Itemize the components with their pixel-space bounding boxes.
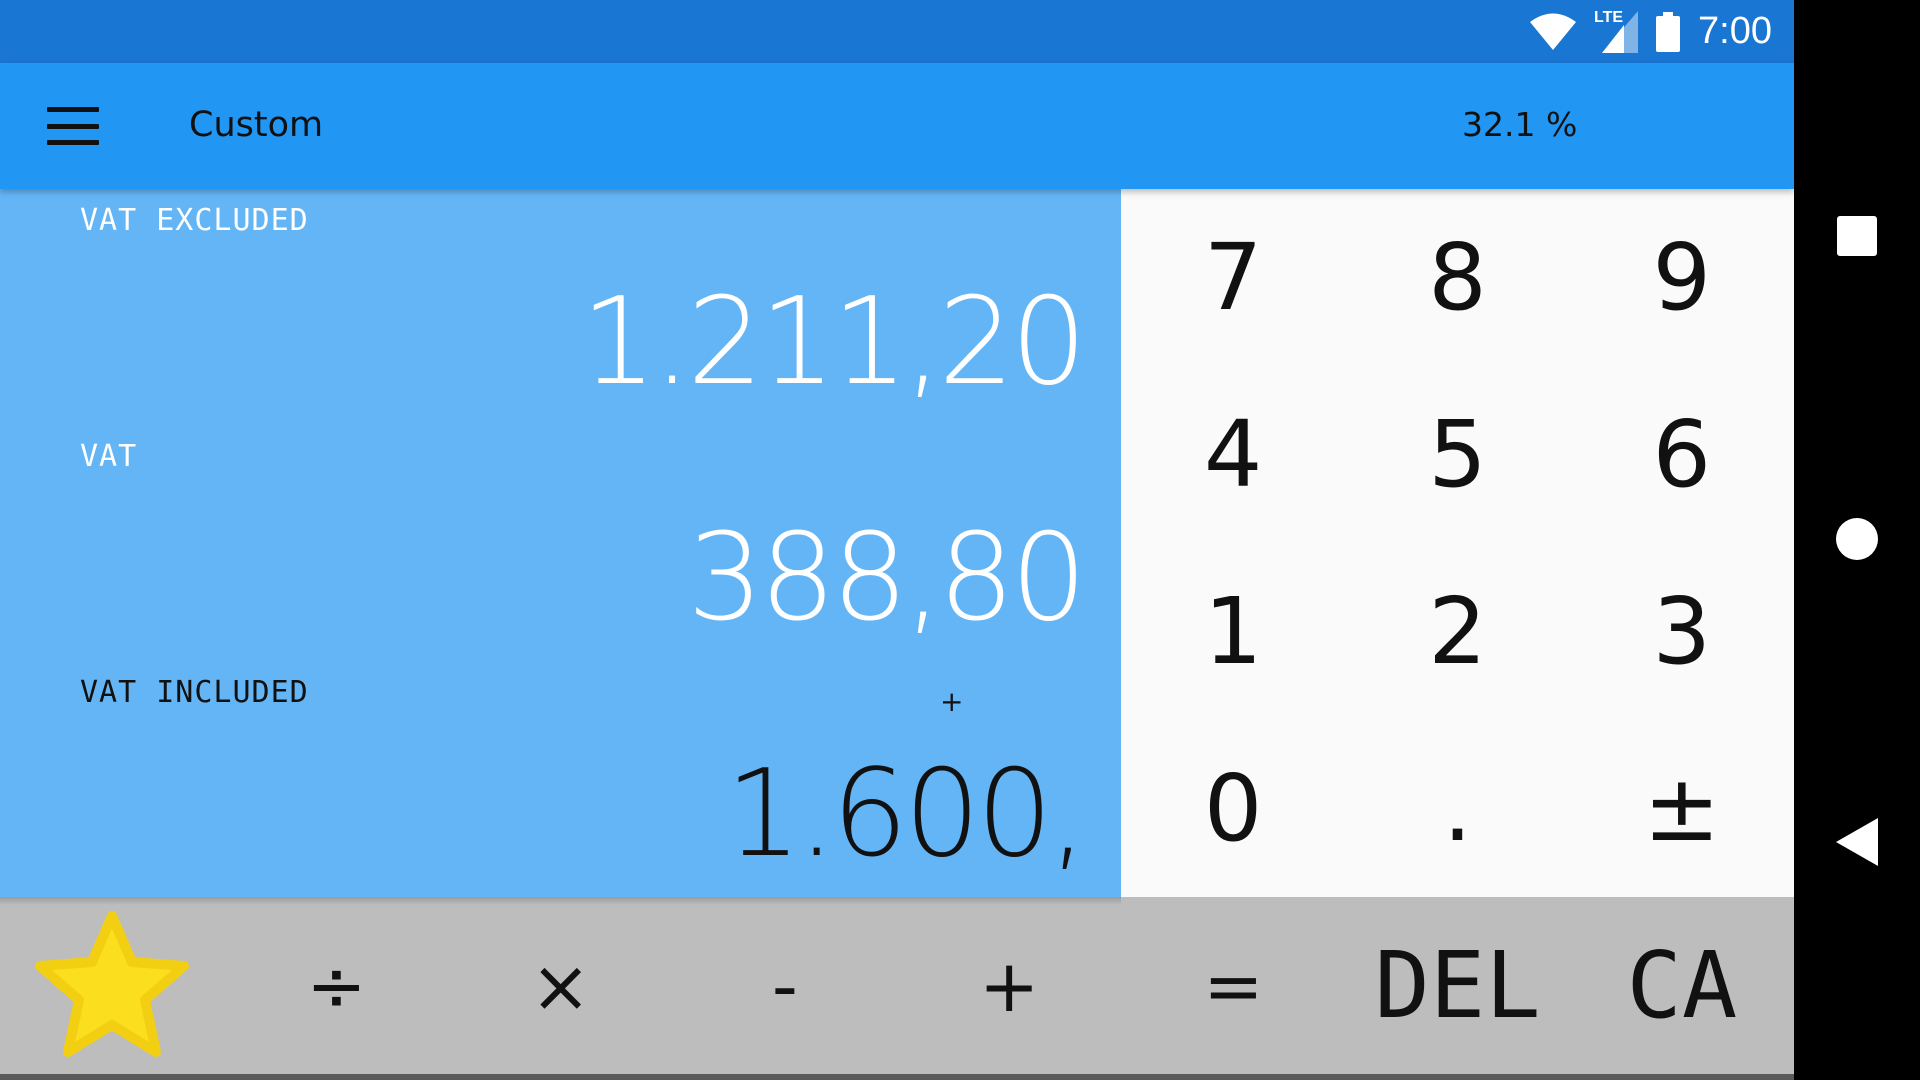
menu-icon-line <box>47 123 99 129</box>
key-decimal[interactable]: . <box>1345 720 1569 897</box>
status-time: 7:00 <box>1698 10 1772 52</box>
home-button[interactable] <box>1836 518 1878 560</box>
operator-row: ÷ × - + = DEL CA <box>0 897 1794 1074</box>
recents-button[interactable] <box>1837 216 1877 256</box>
battery-icon <box>1656 11 1681 52</box>
vat-included-value[interactable]: 1.600, <box>725 745 1087 884</box>
minus-button[interactable]: - <box>673 897 897 1074</box>
menu-icon-line <box>47 140 99 145</box>
system-nav-bar <box>1794 0 1920 1080</box>
divide-button[interactable]: ÷ <box>224 897 448 1074</box>
key-9[interactable]: 9 <box>1570 189 1794 366</box>
multiply-button[interactable]: × <box>449 897 673 1074</box>
vat-excluded-value[interactable]: 1.211,20 <box>581 273 1087 412</box>
number-keypad: 7 8 9 4 5 6 1 2 3 0 . ± <box>1121 189 1794 897</box>
wifi-icon <box>1530 13 1577 50</box>
plus-button[interactable]: + <box>897 897 1121 1074</box>
status-bar: LTE 7:00 <box>0 0 1794 63</box>
key-8[interactable]: 8 <box>1345 189 1569 366</box>
result-display: VAT EXCLUDED 1.211,20 VAT 388,80 VAT INC… <box>0 189 1121 897</box>
key-6[interactable]: 6 <box>1570 366 1794 543</box>
key-7[interactable]: 7 <box>1121 189 1345 366</box>
delete-button[interactable]: DEL <box>1346 897 1570 1074</box>
key-plus-minus[interactable]: ± <box>1570 720 1794 897</box>
key-2[interactable]: 2 <box>1345 543 1569 720</box>
key-3[interactable]: 3 <box>1570 543 1794 720</box>
key-1[interactable]: 1 <box>1121 543 1345 720</box>
key-5[interactable]: 5 <box>1345 366 1569 543</box>
vat-excluded-label: VAT EXCLUDED <box>80 203 309 238</box>
cell-signal-icon: LTE <box>1594 9 1639 53</box>
equals-button[interactable]: = <box>1121 897 1345 1074</box>
status-icons: LTE 7:00 <box>1530 0 1772 63</box>
vat-included-label: VAT INCLUDED <box>80 675 309 710</box>
vat-rate-label[interactable]: 32.1 % <box>1462 105 1577 144</box>
menu-button[interactable] <box>40 99 106 153</box>
vat-label: VAT <box>80 439 138 474</box>
key-4[interactable]: 4 <box>1121 366 1345 543</box>
clear-all-button[interactable]: CA <box>1570 897 1794 1074</box>
bottom-divider <box>0 1074 1794 1080</box>
favorite-button[interactable] <box>0 897 224 1074</box>
app-bar: Custom 32.1 % <box>0 63 1794 189</box>
vat-value[interactable]: 388,80 <box>687 509 1087 648</box>
star-icon <box>35 910 190 1057</box>
pending-operator-indicator: + <box>940 685 964 718</box>
back-button[interactable] <box>1836 818 1878 866</box>
key-0[interactable]: 0 <box>1121 720 1345 897</box>
app-title: Custom <box>189 105 324 145</box>
menu-icon-line <box>47 107 99 112</box>
